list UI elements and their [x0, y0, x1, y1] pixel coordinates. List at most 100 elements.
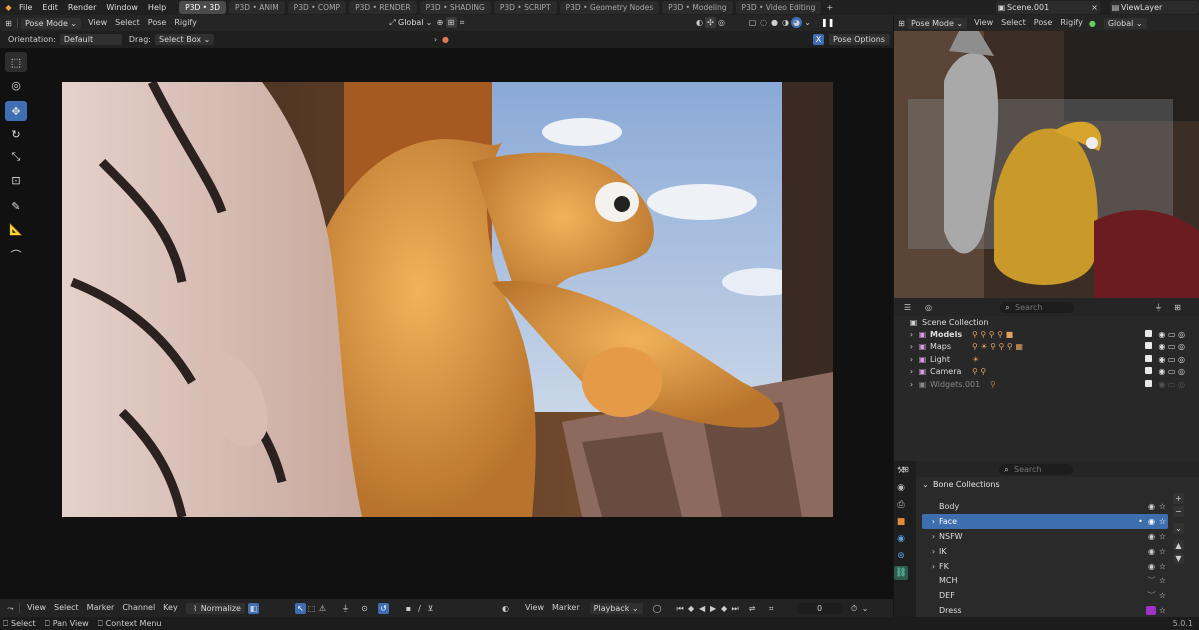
jump-end-icon[interactable]: ⏭	[730, 603, 741, 614]
star-icon[interactable]: ☆	[1157, 590, 1168, 601]
menu-view[interactable]: View	[23, 602, 50, 614]
snap-icon[interactable]: ⌗	[766, 603, 777, 614]
expand-arrow-icon[interactable]: ›	[928, 531, 939, 542]
bone-collection-row[interactable]: › NSFW ◉ ☆	[922, 529, 1168, 544]
object-tab-icon[interactable]: ■	[894, 515, 908, 529]
expand-arrow-icon[interactable]: ›	[906, 329, 917, 340]
play-icon[interactable]: ▶	[708, 603, 719, 614]
mode-dropdown[interactable]: Pose Mode ⌄	[907, 17, 968, 29]
jump-start-icon[interactable]: ⏮	[675, 603, 686, 614]
editor-type-icon[interactable]: ⊞	[3, 18, 14, 29]
move-up-icon[interactable]: ▲	[1173, 540, 1184, 551]
menu-view-2[interactable]: View	[521, 602, 548, 614]
star-icon[interactable]: ☆	[1157, 561, 1168, 572]
workspace-tab-geometry-nodes[interactable]: P3D • Geometry Nodes	[559, 1, 660, 14]
expand-arrow-icon[interactable]: ›	[906, 379, 917, 390]
menu-render[interactable]: Render	[63, 0, 101, 15]
orientation-dropdown[interactable]: Default	[59, 34, 122, 45]
annotate-tool-icon[interactable]: ✎	[5, 196, 27, 216]
workspace-tab-anim[interactable]: P3D • ANIM	[228, 1, 285, 14]
axis-x-button[interactable]: X	[813, 34, 824, 45]
menu-view[interactable]: View	[970, 17, 997, 29]
bone-collection-row[interactable]: › Face • ◉ ☆	[922, 513, 1168, 529]
transform-tool-icon[interactable]: ⊡	[5, 170, 27, 190]
timer-icon[interactable]: ⏱	[849, 603, 860, 614]
current-frame-field[interactable]: 0	[796, 602, 843, 614]
outliner-row-light[interactable]: › ▣ Light ☀ ◉ ▭ ◎	[894, 353, 1199, 365]
add-icon[interactable]: +	[1173, 493, 1184, 504]
color-swatch[interactable]	[1146, 606, 1156, 616]
bone-collection-row[interactable]: › FK ◉ ☆	[922, 559, 1168, 574]
eye-icon[interactable]: ◉	[1146, 516, 1157, 527]
next-keyframe-icon[interactable]: ◆	[719, 603, 730, 614]
pivot-icon[interactable]: ⊕	[435, 17, 446, 28]
prev-keyframe-icon[interactable]: ◆	[686, 603, 697, 614]
editor-type-icon[interactable]: ☰	[902, 302, 913, 313]
properties-search[interactable]: ⌕ Search	[999, 463, 1073, 475]
pose-options-button[interactable]: Pose Options ⌄	[829, 34, 890, 55]
show-hidden-icon[interactable]: ⬚	[306, 603, 317, 614]
exclude-checkbox[interactable]	[1145, 342, 1153, 350]
play-reverse-icon[interactable]: ◀	[697, 603, 708, 614]
select-box-tool-icon[interactable]: ⬚	[5, 52, 27, 72]
hidden-eye-icon[interactable]: ︶	[1146, 590, 1157, 601]
menu-window[interactable]: Window	[101, 0, 143, 15]
filter-icon[interactable]: ⏚	[340, 603, 351, 614]
render-tab-icon[interactable]: ◉	[894, 481, 908, 495]
mode-dropdown[interactable]: Pose Mode ⌄	[21, 17, 82, 29]
visibility-icon[interactable]: ◐	[694, 17, 705, 28]
menu-rigify[interactable]: Rigify	[1056, 17, 1087, 29]
menu-select[interactable]: Select	[50, 602, 83, 614]
menu-select[interactable]: Select	[997, 17, 1030, 29]
bone-collection-row[interactable]: › IK ◉ ☆	[922, 544, 1168, 559]
outliner-root[interactable]: ▣ Scene Collection	[894, 316, 1199, 328]
exclude-checkbox[interactable]	[1145, 354, 1153, 362]
expand-arrow-icon[interactable]: ›	[906, 366, 917, 377]
sync-icon[interactable]: ↺	[378, 602, 389, 614]
record-icon[interactable]: ◯	[652, 603, 663, 614]
only-selected-icon[interactable]: ↖	[295, 602, 306, 614]
workspace-tab-video-editing[interactable]: P3D • Video Editing	[735, 1, 822, 14]
menu-edit[interactable]: Edit	[37, 0, 63, 15]
exclude-checkbox[interactable]	[1145, 330, 1153, 338]
filter-icon[interactable]: ⏚	[1153, 302, 1164, 313]
star-icon[interactable]: ☆	[1157, 516, 1168, 527]
drag-dropdown[interactable]: Select Box ⌄	[154, 34, 215, 45]
expand-arrow-icon[interactable]: ›	[928, 561, 939, 572]
menu-view[interactable]: View	[84, 17, 111, 29]
chevron-down-icon[interactable]: ⌄	[860, 603, 871, 614]
xray-icon[interactable]: ▢	[747, 17, 758, 28]
expand-arrow-icon[interactable]: ›	[906, 354, 917, 365]
exclude-checkbox[interactable]	[1145, 367, 1153, 375]
close-icon[interactable]: ×	[1089, 2, 1100, 13]
output-tab-icon[interactable]: ⎙	[894, 498, 908, 512]
move-down-icon[interactable]: ▼	[1173, 553, 1184, 564]
armature-data-tab-icon[interactable]: ⛓	[894, 566, 908, 580]
bone-collections-panel-header[interactable]: ⌄ Bone Collections	[916, 477, 1199, 492]
workspace-tab-script[interactable]: P3D • SCRIPT	[493, 1, 557, 14]
gizmo-icon[interactable]: ✣	[705, 17, 716, 28]
measure-tool-icon[interactable]: 📐	[5, 219, 27, 239]
interpolation-icon[interactable]: ∕	[414, 603, 425, 614]
menu-pose[interactable]: Pose	[1030, 17, 1057, 29]
add-workspace-icon[interactable]: +	[824, 2, 835, 13]
physics-tab-icon[interactable]: ◉	[894, 532, 908, 546]
workspace-tab-3d[interactable]: P3D • 3D	[179, 1, 226, 14]
blender-logo-icon[interactable]: ◆	[3, 2, 14, 13]
bone-collection-row[interactable]: MCH ︶ ☆	[922, 573, 1168, 588]
easing-icon[interactable]: ⊻	[425, 603, 436, 614]
workspace-tab-render[interactable]: P3D • RENDER	[349, 1, 417, 14]
shading-solid-icon[interactable]: ●	[769, 17, 780, 28]
workspace-tab-shading[interactable]: P3D • SHADING	[419, 1, 491, 14]
menu-rigify[interactable]: Rigify	[170, 17, 201, 29]
editor-type-icon[interactable]: ⊞	[900, 464, 911, 475]
menu-pose[interactable]: Pose	[144, 17, 171, 29]
new-collection-icon[interactable]: ⊞	[1172, 302, 1183, 313]
scale-tool-icon[interactable]: ⤡	[5, 147, 27, 167]
expand-arrow-icon[interactable]: ›	[906, 341, 917, 352]
shading-options-icon[interactable]: ⌄	[802, 17, 813, 28]
normalize-toggle[interactable]: ⌇ Normalize	[185, 602, 245, 614]
normalize-option-icon[interactable]: ◧	[247, 602, 259, 614]
shading-material-icon[interactable]: ◑	[780, 17, 791, 28]
menu-key[interactable]: Key	[159, 602, 182, 614]
